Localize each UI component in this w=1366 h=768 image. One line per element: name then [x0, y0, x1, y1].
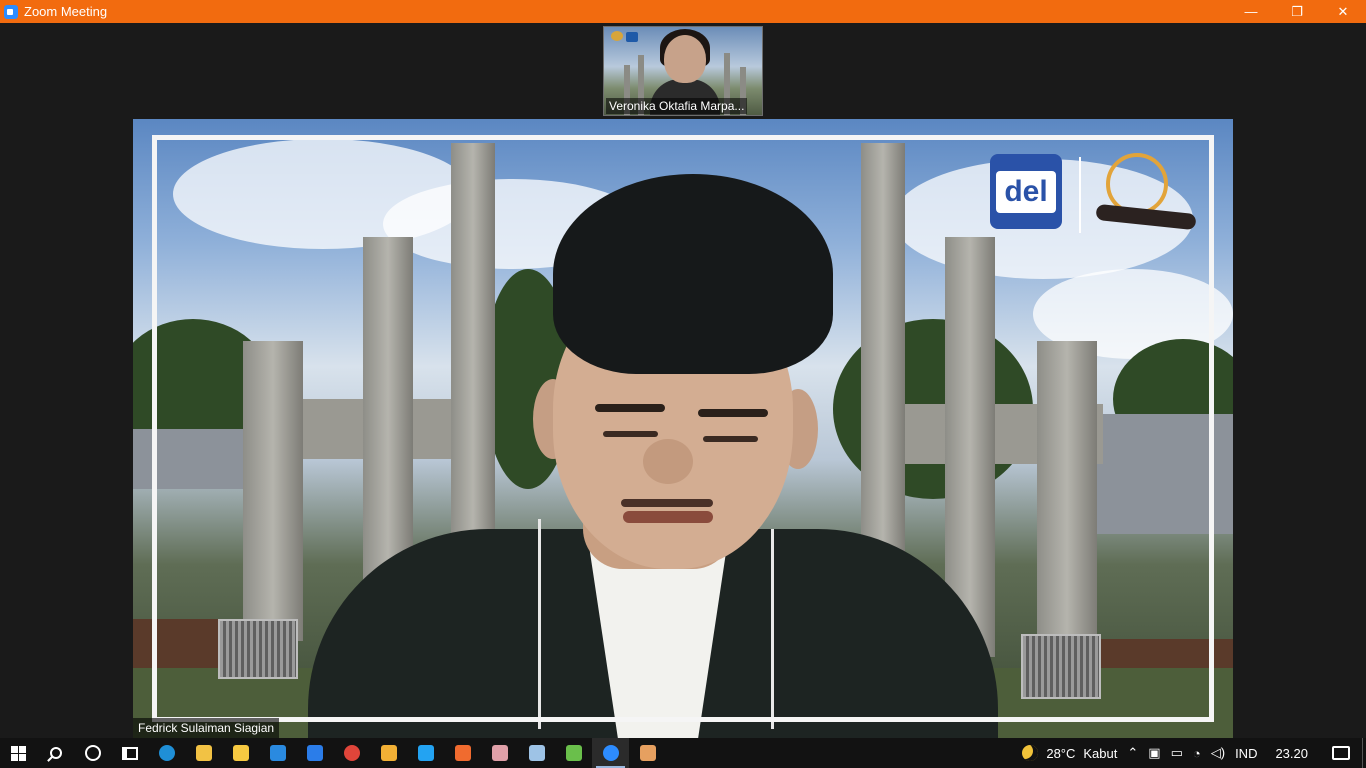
meeting-stage: Veronika Oktafia Marpa... del Fedrick Su… [0, 23, 1366, 738]
institut-teknologi-del-logo: del [990, 154, 1062, 229]
active-speaker-name: Fedrick Sulaiman Siagian [133, 718, 280, 738]
windows-icon [11, 745, 26, 761]
edge-icon [158, 745, 175, 761]
taskbar-app-android-studio[interactable] [555, 738, 592, 768]
cortana-icon [84, 745, 101, 761]
word-document-icon [306, 745, 323, 761]
taskbar-app-app-red[interactable] [481, 738, 518, 768]
active-speaker-video[interactable]: del [133, 119, 1233, 738]
chrome-icon [343, 745, 360, 761]
vscode-icon [417, 745, 434, 761]
battery-icon[interactable]: ▭ [1171, 745, 1183, 761]
taskbar-app-vscode[interactable] [407, 738, 444, 768]
taskbar-pinned-apps [148, 738, 666, 768]
task-view-button[interactable] [111, 738, 148, 768]
search-icon [49, 747, 62, 759]
microsoft-store-icon [232, 745, 249, 761]
notification-icon[interactable] [1332, 746, 1350, 760]
restore-button[interactable]: ❐ [1274, 0, 1320, 23]
taskbar-app-zoom[interactable] [592, 738, 629, 768]
taskbar-app-app-orange[interactable] [629, 738, 666, 768]
clock-time: 23.20 [1275, 745, 1308, 761]
window-controls: — ❐ ✕ [1228, 0, 1366, 23]
taskbar-app-microsoft-store[interactable] [222, 738, 259, 768]
wifi-icon[interactable]: ◔ [1193, 746, 1201, 761]
zoom-icon [602, 745, 619, 761]
thumbnail-participant-name: Veronika Oktafia Marpa... [606, 98, 748, 114]
android-studio-icon [565, 745, 582, 761]
participant-thumbnail[interactable]: Veronika Oktafia Marpa... [603, 26, 763, 116]
weather-condition: Kabut [1083, 745, 1118, 761]
moon-icon [1022, 745, 1039, 761]
clock[interactable]: 23.20 [1275, 746, 1308, 761]
taskbar-app-word-document[interactable] [296, 738, 333, 768]
taskbar-app-notepad[interactable] [518, 738, 555, 768]
taskbar-app-chrome[interactable] [333, 738, 370, 768]
language-label: IND [1235, 745, 1258, 761]
taskbar-app-git[interactable] [370, 738, 407, 768]
logo-divider [1079, 157, 1081, 233]
thumb-participant-face [664, 35, 706, 83]
search-button[interactable] [37, 738, 74, 768]
title-bar: Zoom Meeting — ❐ ✕ [0, 0, 1366, 23]
weather-widget[interactable]: 28°C Kabut [1022, 745, 1117, 761]
weather-temperature: 28°C [1046, 745, 1076, 761]
zoom-app-icon [4, 4, 18, 19]
taskbar-app-edge[interactable] [148, 738, 185, 768]
cortana-button[interactable] [74, 738, 111, 768]
system-tray: 28°C Kabut ⌃ ▣ ▭ ◔ ◁) IND 23.20 [1022, 738, 1366, 768]
close-button[interactable]: ✕ [1320, 0, 1366, 23]
file-explorer-icon [195, 745, 212, 761]
taskbar-app-mail[interactable] [259, 738, 296, 768]
volume-icon[interactable]: ◁) [1211, 745, 1225, 761]
meet-now-icon[interactable]: ▣ [1148, 745, 1160, 761]
start-button[interactable] [0, 738, 37, 768]
app-red-icon [491, 745, 508, 761]
show-desktop-button[interactable] [1362, 738, 1366, 768]
restore-icon: ❐ [1291, 3, 1303, 19]
window-title: Zoom Meeting [24, 4, 108, 19]
app-orange-icon [639, 745, 656, 761]
minimize-button[interactable]: — [1228, 0, 1274, 23]
chevron-up-icon[interactable]: ⌃ [1127, 745, 1138, 761]
close-icon: ✕ [1337, 3, 1349, 19]
windows-taskbar: 28°C Kabut ⌃ ▣ ▭ ◔ ◁) IND 23.20 [0, 738, 1366, 768]
thumb-del-logo [626, 32, 638, 42]
language-indicator[interactable]: IND [1235, 746, 1257, 761]
mail-icon [269, 745, 286, 761]
taskbar-app-xampp[interactable] [444, 738, 481, 768]
thumb-anniversary-logo [611, 31, 623, 41]
minimize-icon: — [1244, 4, 1258, 19]
task-view-icon [121, 746, 138, 760]
xampp-icon [454, 745, 471, 761]
anniversary-logo [1095, 153, 1197, 233]
taskbar-app-file-explorer[interactable] [185, 738, 222, 768]
git-icon [380, 745, 397, 761]
notepad-icon [528, 745, 545, 761]
del-logo-text: del [996, 170, 1056, 213]
